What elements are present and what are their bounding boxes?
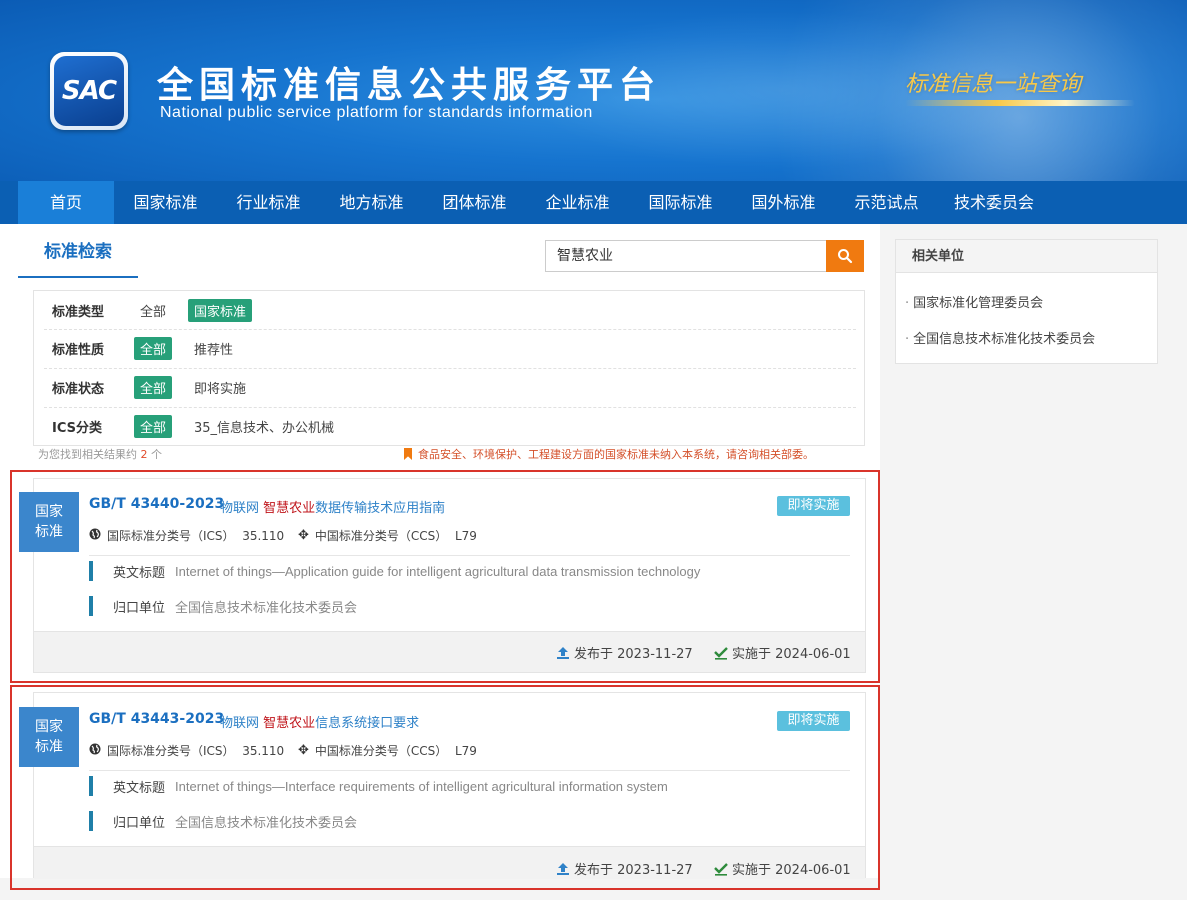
header-banner: SAC 全国标准信息公共服务平台 National public service…	[0, 0, 1187, 181]
search-icon	[838, 249, 853, 264]
filter-label: 标准性质	[52, 343, 105, 358]
nav-enterprise-standards[interactable]: 企业标准	[526, 181, 629, 224]
filter-label: ICS分类	[52, 421, 102, 436]
related-unit-link[interactable]: 全国信息技术标准化技术委员会	[905, 328, 1095, 347]
filter-label: 标准类型	[52, 305, 105, 320]
search-input[interactable]: 智慧农业	[545, 240, 827, 272]
result-count: 2	[140, 448, 148, 461]
filter-option-all[interactable]: 全部	[134, 376, 173, 399]
slogan-swoosh	[905, 100, 1135, 106]
logo-text: SAC	[61, 76, 117, 106]
filter-row-ics: ICS分类 全部 35_信息技术、办公机械	[34, 407, 864, 446]
nav-group-standards[interactable]: 团体标准	[423, 181, 526, 224]
filter-row-nature: 标准性质 全部 推荐性	[34, 329, 864, 368]
filter-option-all[interactable]: 全部	[134, 415, 173, 438]
search-button[interactable]	[826, 240, 864, 272]
related-units-title: 相关单位	[896, 240, 1157, 273]
site-subtitle: National public service platform for sta…	[160, 104, 593, 121]
slogan: 标准信息一站查询	[905, 72, 1082, 97]
filter-option-value[interactable]: 即将实施	[194, 378, 246, 397]
filter-panel: 标准类型 全部 国家标准 标准性质 全部 推荐性 标准状态 全部 即将实施 IC…	[33, 290, 865, 446]
main-nav: 首页 国家标准 行业标准 地方标准 团体标准 企业标准 国际标准 国外标准 示范…	[0, 181, 1187, 224]
filter-option-value[interactable]: 35_信息技术、办公机械	[194, 417, 334, 436]
filter-option-all[interactable]: 全部	[140, 301, 166, 320]
nav-local-standards[interactable]: 地方标准	[320, 181, 423, 224]
section-title: 标准检索	[18, 240, 138, 278]
nav-foreign-standards[interactable]: 国外标准	[732, 181, 835, 224]
sac-logo[interactable]: SAC	[50, 52, 128, 130]
result-prefix: 为您找到相关结果约	[38, 448, 137, 461]
nav-pilot-demos[interactable]: 示范试点	[835, 181, 938, 224]
highlight-frame	[10, 470, 880, 683]
result-suffix: 个	[151, 448, 162, 461]
nav-home[interactable]: 首页	[18, 181, 114, 224]
highlight-frame	[10, 685, 880, 890]
nav-technical-committees[interactable]: 技术委员会	[938, 181, 1050, 224]
nav-international-standards[interactable]: 国际标准	[629, 181, 732, 224]
nav-industry-standards[interactable]: 行业标准	[217, 181, 320, 224]
filter-row-status: 标准状态 全部 即将实施	[34, 368, 864, 407]
related-unit-link[interactable]: 国家标准化管理委员会	[905, 292, 1043, 311]
filter-row-type: 标准类型 全部 国家标准	[34, 291, 864, 330]
bookmark-icon	[404, 448, 412, 460]
filter-option-value[interactable]: 推荐性	[194, 339, 233, 358]
notice-text: 食品安全、环境保护、工程建设方面的国家标准未纳入本系统，请咨询相关部委。	[418, 448, 814, 461]
result-count-note: 为您找到相关结果约 2 个	[38, 446, 162, 462]
nav-national-standards[interactable]: 国家标准	[114, 181, 217, 224]
scope-notice: 食品安全、环境保护、工程建设方面的国家标准未纳入本系统，请咨询相关部委。	[404, 446, 814, 462]
filter-label: 标准状态	[52, 382, 105, 397]
site-title: 全国标准信息公共服务平台	[157, 65, 662, 106]
filter-option-selected[interactable]: 国家标准	[188, 299, 253, 322]
filter-option-all[interactable]: 全部	[134, 337, 173, 360]
related-units-panel: 相关单位 国家标准化管理委员会 全国信息技术标准化技术委员会	[895, 239, 1158, 364]
